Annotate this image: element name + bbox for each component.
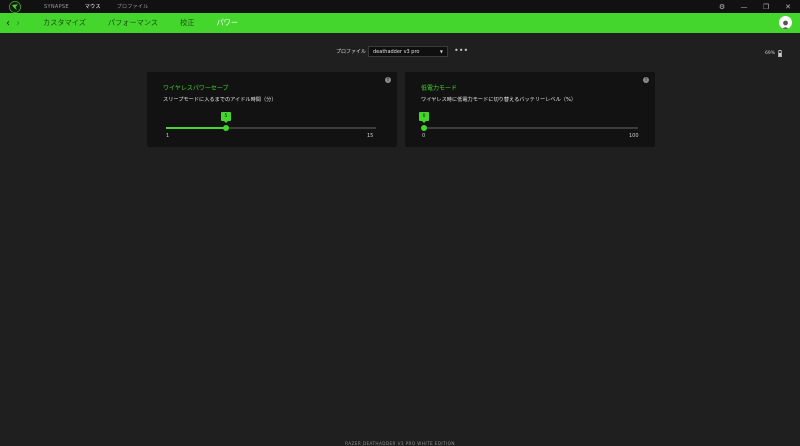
profile-dropdown[interactable]: deathadder v3 pro ▼	[368, 46, 448, 57]
info-icon[interactable]: !	[643, 77, 649, 83]
low-power-value-badge: 0	[419, 112, 429, 123]
chevron-down-icon: ▼	[439, 49, 443, 54]
low-power-mode-description: ワイヤレス時に低電力モードに切り替えるバッテリーレベル（%）	[421, 97, 577, 103]
settings-gear-icon[interactable]: ⚙	[718, 3, 726, 11]
slider-max-label: 15	[367, 133, 374, 139]
razer-logo-icon[interactable]	[9, 1, 21, 13]
device-nav-bar: ‹ › カスタマイズ パフォーマンス 校正 パワー	[0, 13, 800, 33]
slider-min-label: 0	[422, 133, 426, 139]
device-tabs: カスタマイズ パフォーマンス 校正 パワー	[43, 13, 260, 33]
wireless-power-save-card: ワイヤレスパワーセーブ スリープモードに入るまでのアイドル時間（分） ! 5 1…	[147, 72, 397, 147]
tab-calibration[interactable]: 校正	[180, 18, 194, 28]
battery-level-slider[interactable]	[421, 125, 638, 131]
low-power-mode-card: 低電力モード ワイヤレス時に低電力モードに切り替えるバッテリーレベル（%） ! …	[405, 72, 655, 147]
profile-label: プロファイル	[336, 49, 367, 55]
device-name-label: RAZER DEATHADDER V3 PRO WHITE EDITION	[345, 440, 455, 446]
top-nav: SYNAPSE マウス プロファイル	[44, 0, 149, 13]
back-arrow-icon[interactable]: ‹	[6, 18, 10, 29]
slider-min-label: 1	[166, 133, 170, 139]
slider-max-label: 100	[629, 133, 639, 139]
history-arrows: ‹ ›	[6, 13, 20, 33]
restore-icon[interactable]: ❐	[762, 3, 770, 11]
wireless-power-save-description: スリープモードに入るまでのアイドル時間（分）	[163, 97, 277, 103]
slider-fill	[166, 127, 226, 129]
battery-indicator: 69%	[765, 50, 783, 57]
wireless-value-badge: 5	[220, 112, 231, 123]
low-power-mode-title: 低電力モード	[421, 85, 458, 92]
tab-customize[interactable]: カスタマイズ	[43, 18, 86, 28]
window-controls: ⚙ — ❐ ✕	[718, 0, 792, 13]
close-icon[interactable]: ✕	[784, 3, 792, 11]
info-icon[interactable]: !	[385, 77, 391, 83]
battery-icon	[778, 50, 783, 57]
wireless-power-save-title: ワイヤレスパワーセーブ	[163, 85, 229, 92]
slider-thumb[interactable]	[421, 125, 427, 131]
top-nav-synapse[interactable]: SYNAPSE	[44, 4, 69, 10]
profile-row: プロファイル deathadder v3 pro ▼ •••	[0, 46, 800, 58]
top-nav-profiles[interactable]: プロファイル	[117, 3, 149, 10]
user-avatar-icon[interactable]	[779, 16, 792, 29]
slider-thumb[interactable]	[222, 125, 229, 131]
tab-power[interactable]: パワー	[216, 18, 238, 28]
idle-time-slider[interactable]	[166, 125, 376, 131]
device-footer: RAZER DEATHADDER V3 PRO WHITE EDITION	[0, 440, 800, 446]
forward-arrow-icon[interactable]: ›	[16, 18, 20, 29]
top-nav-mouse[interactable]: マウス	[85, 3, 101, 10]
more-options-button[interactable]: •••	[454, 46, 468, 55]
minimize-icon[interactable]: —	[740, 3, 748, 11]
battery-percent: 69%	[765, 51, 776, 56]
tab-performance[interactable]: パフォーマンス	[108, 18, 158, 28]
profile-dropdown-value: deathadder v3 pro	[373, 48, 420, 55]
title-bar: SYNAPSE マウス プロファイル ⚙ — ❐ ✕	[0, 0, 800, 13]
